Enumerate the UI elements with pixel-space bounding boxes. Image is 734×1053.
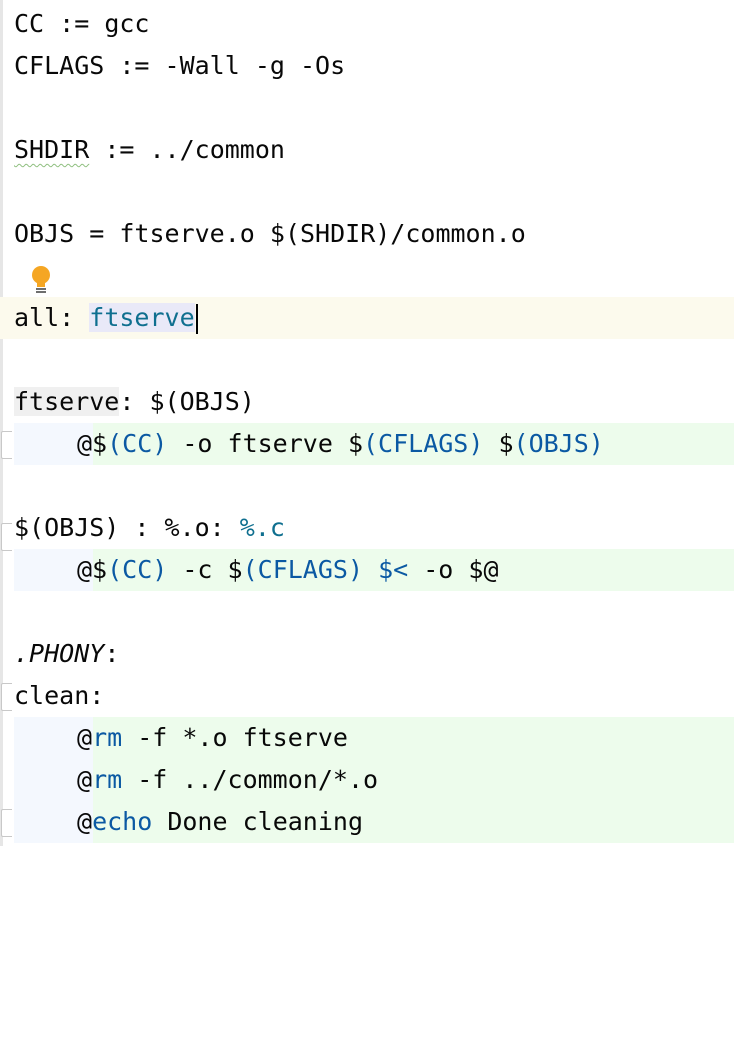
auto-var: $< xyxy=(378,555,409,584)
text-caret xyxy=(195,304,198,334)
var-value: ftserve.o $(SHDIR)/common.o xyxy=(119,219,526,248)
code-line-recipe-compile[interactable]: @$(CC) -c $(CFLAGS) $< -o $@ xyxy=(0,549,734,591)
assign-op: = xyxy=(74,219,120,248)
code-line-pattern-rule[interactable]: $(OBJS) : %.o: %.c xyxy=(0,507,734,551)
recipe-at: @ xyxy=(77,807,93,836)
code-line-echo[interactable]: @echo Done cleaning xyxy=(0,801,734,843)
recipe-text: -c $ xyxy=(167,555,243,584)
assign-op: := xyxy=(89,135,150,164)
code-line-objs[interactable]: OBJS = ftserve.o $(SHDIR)/common.o xyxy=(0,213,734,255)
rule-deps: : $(OBJS) xyxy=(119,387,255,416)
fold-marker-icon[interactable] xyxy=(1,683,12,711)
var-ref-cc: (CC) xyxy=(107,555,168,584)
recipe-at: @$ xyxy=(77,555,108,584)
shell-command: rm xyxy=(92,723,123,752)
fold-marker-icon[interactable] xyxy=(1,523,12,551)
recipe-text: -f *.o ftserve xyxy=(122,723,348,752)
target-colon: : xyxy=(104,639,120,668)
var-ref-cc: (CC) xyxy=(107,429,168,458)
var-ref-objs: (OBJS) xyxy=(513,429,604,458)
code-line-shdir[interactable]: SHDIR := ../common xyxy=(0,129,734,171)
var-ref-cflags: (CFLAGS) xyxy=(242,555,364,584)
var-ref-cflags: (CFLAGS) xyxy=(363,429,484,458)
recipe-text: $ xyxy=(483,429,514,458)
code-line-cflags[interactable]: CFLAGS := -Wall -g -Os xyxy=(0,45,734,87)
shell-command: rm xyxy=(92,765,123,794)
var-name: CC xyxy=(14,9,45,38)
var-name: OBJS xyxy=(14,219,75,248)
target-name: clean: xyxy=(14,681,105,710)
code-line-clean[interactable]: clean: xyxy=(0,675,734,717)
code-editor[interactable]: CC := gcc CFLAGS := -Wall -g -Os SHDIR :… xyxy=(0,0,734,846)
recipe-at: @ xyxy=(77,765,93,794)
rule-targets: $(OBJS) : %.o: xyxy=(14,513,240,542)
recipe-text: -f ../common/*.o xyxy=(122,765,379,794)
fold-marker-icon[interactable] xyxy=(1,431,12,459)
pattern-prereq: %.c xyxy=(239,513,285,542)
recipe-text: -o $@ xyxy=(408,555,499,584)
assign-op: := xyxy=(104,51,165,80)
code-line-rm-common[interactable]: @rm -f ../common/*.o xyxy=(0,759,734,801)
fold-marker-icon[interactable] xyxy=(1,809,12,837)
code-line-cc[interactable]: CC := gcc xyxy=(0,3,734,45)
shell-command: echo xyxy=(92,807,153,836)
special-target: .PHONY xyxy=(14,639,105,668)
assign-op: := xyxy=(44,9,105,38)
var-value: -Wall -g -Os xyxy=(164,51,346,80)
var-name-warning[interactable]: SHDIR xyxy=(14,135,89,164)
target-name: all xyxy=(14,303,60,332)
target-colon: : xyxy=(59,303,90,332)
recipe-text xyxy=(363,555,378,584)
code-line-all[interactable]: all: ftserve xyxy=(0,297,734,339)
target-name[interactable]: ftserve xyxy=(14,387,120,416)
recipe-at: @ xyxy=(77,723,93,752)
var-value: ../common xyxy=(149,135,285,164)
lightbulb-icon[interactable] xyxy=(30,265,52,297)
code-line-recipe-link[interactable]: @$(CC) -o ftserve $(CFLAGS) $(OBJS) xyxy=(0,423,734,465)
var-value: gcc xyxy=(104,9,150,38)
prerequisite[interactable]: ftserve xyxy=(89,303,195,332)
code-line-phony[interactable]: .PHONY: xyxy=(0,633,734,675)
recipe-text: -o ftserve $ xyxy=(167,429,363,458)
code-line-ftserve-rule[interactable]: ftserve: $(OBJS) xyxy=(0,381,734,423)
code-line-rm-objects[interactable]: @rm -f *.o ftserve xyxy=(0,717,734,759)
recipe-text: Done cleaning xyxy=(152,807,363,836)
var-name: CFLAGS xyxy=(14,51,105,80)
recipe-at: @$ xyxy=(77,429,108,458)
